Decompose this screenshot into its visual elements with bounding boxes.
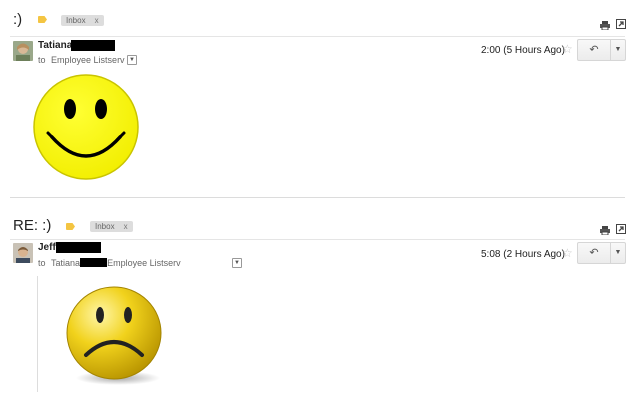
- to-prefix: to: [38, 258, 46, 268]
- inbox-label-chip[interactable]: Inbox x: [90, 221, 133, 232]
- quote-bar: [37, 276, 38, 392]
- message-time: 2:00 (5 Hours Ago): [481, 45, 565, 56]
- recipient-line: to Employee Listserv: [38, 55, 125, 65]
- subject-title: RE: :): [13, 217, 52, 234]
- chevron-down-icon[interactable]: ▼: [127, 55, 137, 65]
- redacted-surname: [56, 242, 101, 253]
- chevron-down-icon[interactable]: ▼: [610, 40, 625, 60]
- print-icon[interactable]: [600, 222, 610, 240]
- redacted-surname: [71, 40, 115, 51]
- chevron-down-icon[interactable]: ▼: [232, 258, 242, 268]
- label-tag-icon[interactable]: [38, 16, 47, 23]
- new-window-icon[interactable]: [616, 16, 626, 34]
- recipient-line: to Tatiana Employee Listserv: [38, 258, 181, 268]
- remove-label-icon[interactable]: x: [124, 222, 128, 231]
- subject-title: :): [13, 11, 23, 28]
- star-icon[interactable]: ☆: [562, 247, 573, 259]
- inbox-chip-label: Inbox: [66, 16, 86, 25]
- reply-button-group: ↶ ▼: [577, 39, 626, 61]
- chevron-down-icon[interactable]: ▼: [610, 243, 625, 263]
- to-prefix: to: [38, 55, 46, 65]
- thread-separator: [10, 197, 625, 198]
- redacted-surname: [80, 258, 108, 267]
- happy-smiley-image: [32, 73, 140, 186]
- avatar[interactable]: [13, 41, 33, 61]
- star-icon[interactable]: ☆: [562, 43, 573, 55]
- reply-icon[interactable]: ↶: [578, 243, 610, 263]
- remove-label-icon[interactable]: x: [95, 16, 99, 25]
- header-divider: [10, 36, 625, 37]
- reply-button-group: ↶ ▼: [577, 242, 626, 264]
- recipient-name[interactable]: Tatiana: [51, 258, 80, 268]
- label-tag-icon[interactable]: [66, 223, 75, 230]
- recipient-name[interactable]: Employee Listserv: [51, 55, 125, 65]
- recipient-name[interactable]: Employee Listserv: [107, 258, 181, 268]
- inbox-label-chip[interactable]: Inbox x: [61, 15, 104, 26]
- print-icon[interactable]: [600, 17, 610, 35]
- new-window-icon[interactable]: [616, 221, 626, 239]
- avatar[interactable]: [13, 243, 33, 263]
- reply-icon[interactable]: ↶: [578, 40, 610, 60]
- inbox-chip-label: Inbox: [95, 222, 115, 231]
- sender-name[interactable]: Tatiana: [38, 40, 72, 51]
- sad-face-image: [62, 285, 168, 392]
- message-time: 5:08 (2 Hours Ago): [481, 249, 565, 260]
- header-divider: [10, 239, 625, 240]
- sender-name[interactable]: Jeff: [38, 242, 56, 253]
